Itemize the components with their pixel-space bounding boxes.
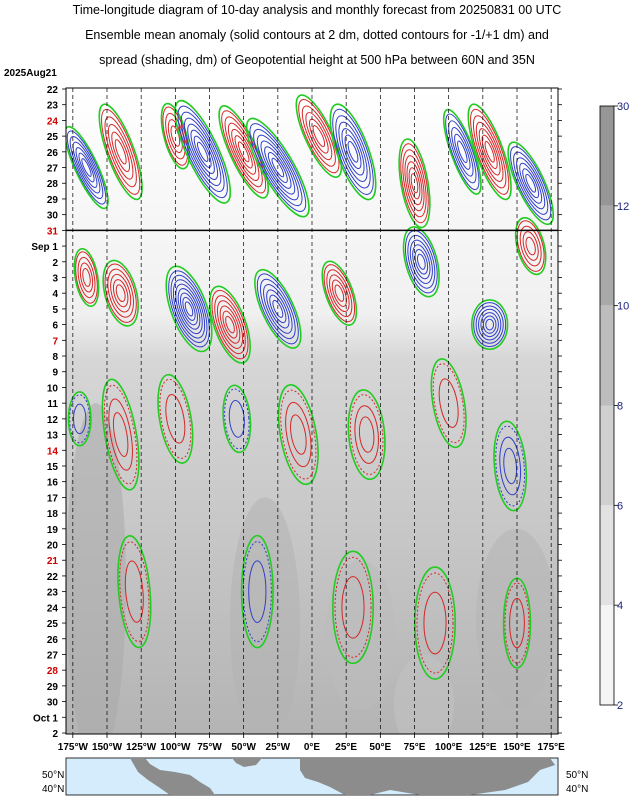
y-tick-label: 24 — [47, 603, 59, 614]
spread-shade — [230, 497, 300, 734]
colorbar-tick-label: 6 — [617, 500, 623, 512]
colorbar-segment — [600, 605, 614, 705]
y-tick-label: 21 — [47, 556, 59, 567]
y-tick-label: 9 — [52, 368, 58, 379]
y-tick-label: 27 — [47, 164, 59, 175]
x-tick-label: 75°W — [197, 742, 222, 753]
y-tick-label: 6 — [52, 321, 58, 332]
y-tick-label: 15 — [47, 462, 59, 473]
time-longitude-chart: 2025Aug21 22232425262728293031Sep 123456… — [4, 68, 629, 796]
top-date-label: 2025Aug21 — [4, 68, 57, 79]
y-tick-label: 18 — [47, 509, 59, 520]
x-tick-label: 150°E — [503, 742, 531, 753]
x-tick-label: 100°E — [435, 742, 463, 753]
y-tick-label: 19 — [47, 525, 59, 536]
x-tick-label: 150°W — [92, 742, 123, 753]
y-tick-label: 23 — [47, 101, 59, 112]
y-tick-label: 29 — [47, 682, 59, 693]
y-tick-label: 29 — [47, 195, 59, 206]
map-lat-50-left: 50°N — [42, 770, 64, 781]
colorbar-tick-label: 8 — [617, 401, 623, 413]
y-tick-label: 11 — [47, 399, 58, 410]
colorbar-tick-label: 30 — [617, 101, 629, 113]
y-tick-label: Sep 1 — [31, 242, 58, 253]
colorbar-segment — [600, 405, 614, 506]
y-tick-label: 27 — [47, 650, 59, 661]
map-strip — [65, 757, 559, 796]
y-tick-label: 7 — [52, 336, 58, 347]
colorbar-tick-label: 2 — [617, 700, 623, 712]
y-tick-label: 30 — [47, 698, 59, 709]
y-tick-label: 28 — [47, 179, 59, 190]
y-tick-label: 4 — [52, 289, 58, 300]
colorbar-tick-label: 10 — [617, 301, 629, 313]
y-tick-label: 13 — [47, 431, 59, 442]
y-tick-label: 24 — [47, 116, 59, 127]
y-tick-label: 2 — [52, 729, 58, 740]
y-tick-label: 22 — [47, 572, 59, 583]
x-tick-label: 75°E — [404, 742, 426, 753]
colorbar-segment — [600, 205, 614, 306]
colorbar-segment — [600, 505, 614, 606]
y-tick-label: 17 — [47, 493, 59, 504]
spread-shade — [66, 403, 126, 734]
y-tick-label: 14 — [47, 446, 59, 457]
y-tick-label: 10 — [47, 383, 59, 394]
y-tick-label: 5 — [52, 305, 58, 316]
x-tick-label: 50°E — [369, 742, 391, 753]
y-tick-label: 30 — [47, 211, 59, 222]
map-lat-50-right: 50°N — [566, 770, 588, 781]
y-tick-label: 22 — [47, 85, 59, 96]
y-tick-label: 2 — [52, 258, 58, 269]
y-tick-label: 25 — [47, 619, 59, 630]
y-tick-label: 25 — [47, 132, 59, 143]
y-tick-label: 26 — [47, 635, 59, 646]
x-tick-label: 0°E — [304, 742, 321, 753]
x-tick-label: 175°E — [537, 742, 565, 753]
y-tick-label: 3 — [52, 273, 58, 284]
y-tick-label: 12 — [47, 415, 59, 426]
y-tick-label: 16 — [47, 478, 59, 489]
map-lat-40-right: 40°N — [566, 784, 588, 795]
colorbar-tick-label: 4 — [617, 600, 623, 612]
colorbar-segment — [600, 106, 614, 206]
x-tick-label: 125°W — [126, 742, 157, 753]
map-lat-40-left: 40°N — [42, 784, 64, 795]
y-tick-label: 26 — [47, 148, 59, 159]
y-tick-label: 8 — [52, 352, 58, 363]
colorbar-tick-label: 12 — [617, 201, 629, 213]
x-tick-label: 25°W — [266, 742, 291, 753]
x-tick-label: 25°E — [335, 742, 357, 753]
spread-shade — [476, 528, 556, 709]
y-tick-label: 31 — [47, 226, 59, 237]
colorbar: 30 12 10 8 6 4 2 — [599, 101, 629, 712]
colorbar-segment — [600, 305, 614, 406]
x-tick-label: 50°W — [231, 742, 256, 753]
y-tick-label: 23 — [47, 588, 59, 599]
x-tick-label: 125°E — [469, 742, 497, 753]
x-tick-label: 175°W — [58, 742, 89, 753]
x-tick-label: 100°W — [160, 742, 191, 753]
y-tick-label: 28 — [47, 666, 59, 677]
y-tick-label: 20 — [47, 541, 59, 552]
y-tick-label: Oct 1 — [33, 713, 58, 724]
